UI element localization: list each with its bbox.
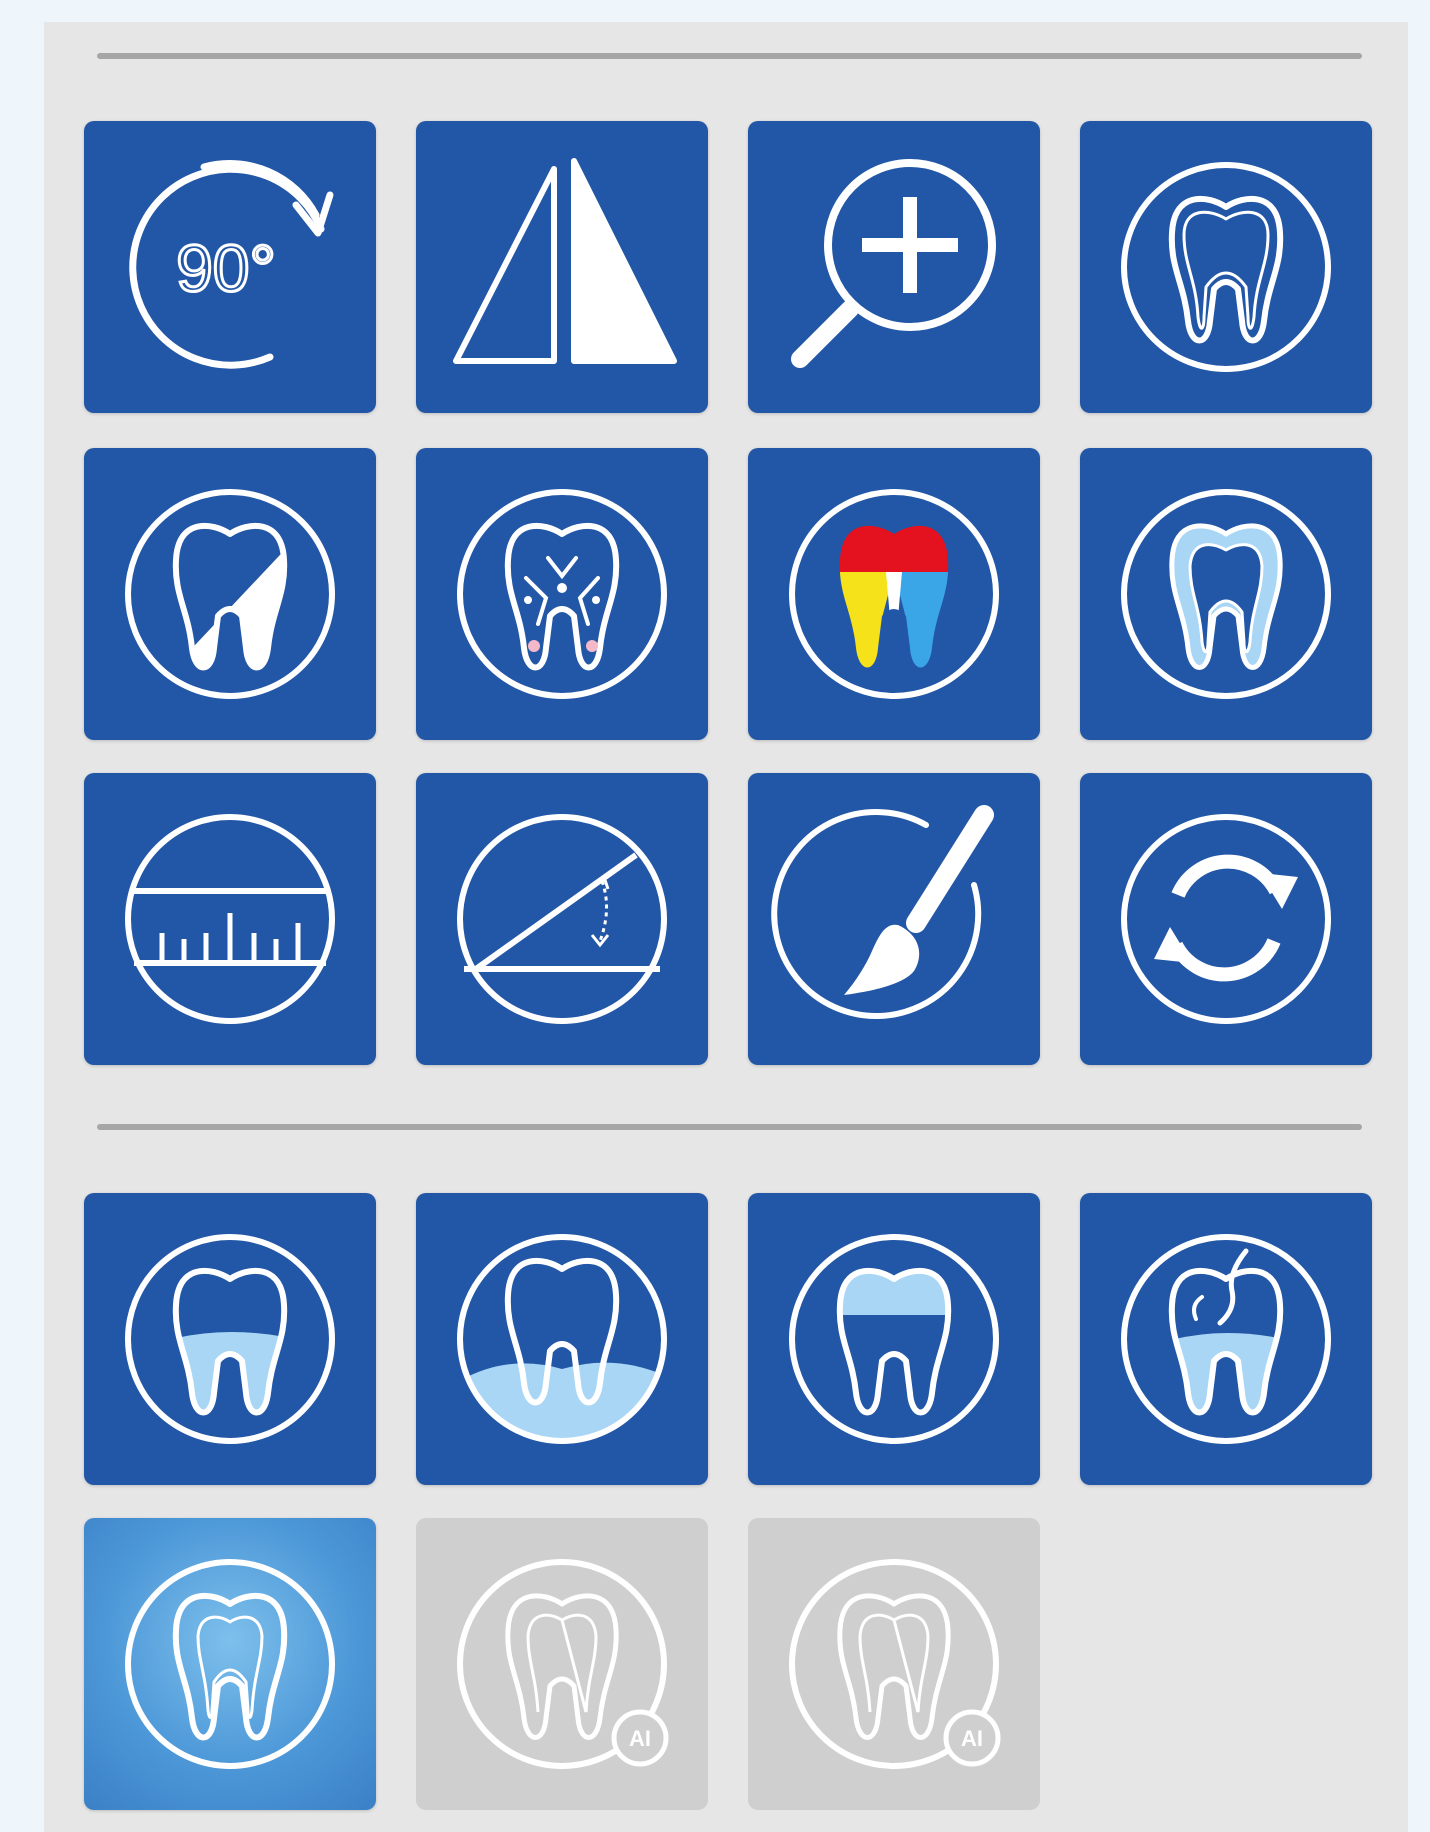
- tooth-enamel-button[interactable]: [1080, 448, 1372, 740]
- tooth-outline-button[interactable]: [1080, 121, 1372, 413]
- tooth-bone-level-button[interactable]: [416, 1193, 708, 1485]
- ruler-measure-icon: [125, 814, 335, 1024]
- brush-draw-icon: [771, 805, 994, 1019]
- top-divider: [97, 53, 1362, 59]
- mirror-flip-icon: [453, 158, 677, 364]
- tooth-half-fill-button[interactable]: [84, 448, 376, 740]
- ruler-measure-button[interactable]: [84, 773, 376, 1065]
- tooth-canal-icon: [125, 1559, 335, 1769]
- tooth-half-fill-icon: [125, 489, 335, 699]
- tooth-ai-icon: AI: [789, 1559, 1001, 1769]
- tooth-enamel-icon: [1121, 489, 1331, 699]
- brush-draw-button[interactable]: [748, 773, 1040, 1065]
- zoom-in-icon: [791, 159, 996, 368]
- zoom-in-button[interactable]: [748, 121, 1040, 413]
- tooth-outline-icon: [1121, 162, 1331, 372]
- rotate-label: 90°: [176, 231, 276, 305]
- tooth-root-fill-icon: [125, 1234, 335, 1444]
- section-divider: [97, 1124, 1362, 1130]
- tooth-caries-button[interactable]: [416, 448, 708, 740]
- rotate-90-button[interactable]: 90°: [84, 121, 376, 413]
- tooth-crown-fill-icon: [789, 1234, 999, 1444]
- refresh-reset-icon: [1121, 814, 1331, 1024]
- tooth-color-map-icon: [789, 489, 999, 699]
- ai-badge: AI: [629, 1726, 651, 1751]
- tooth-fracture-button[interactable]: [1080, 1193, 1372, 1485]
- tooth-caries-icon: [457, 489, 667, 699]
- tooth-ai-button[interactable]: AI: [416, 1518, 708, 1810]
- tooth-bone-level-icon: [457, 1234, 667, 1444]
- ai-badge: AI: [961, 1726, 983, 1751]
- tooth-root-fill-button[interactable]: [84, 1193, 376, 1485]
- rotate-90-icon: 90°: [129, 160, 334, 369]
- angle-measure-button[interactable]: [416, 773, 708, 1065]
- tooth-ai-icon: AI: [457, 1559, 669, 1769]
- tooth-ai-button-2[interactable]: AI: [748, 1518, 1040, 1810]
- tooth-canal-button[interactable]: [84, 1518, 376, 1810]
- tooth-crown-fill-button[interactable]: [748, 1193, 1040, 1485]
- tooth-fracture-icon: [1121, 1234, 1331, 1444]
- mirror-flip-button[interactable]: [416, 121, 708, 413]
- refresh-reset-button[interactable]: [1080, 773, 1372, 1065]
- angle-measure-icon: [457, 814, 667, 1024]
- tooth-color-map-button[interactable]: [748, 448, 1040, 740]
